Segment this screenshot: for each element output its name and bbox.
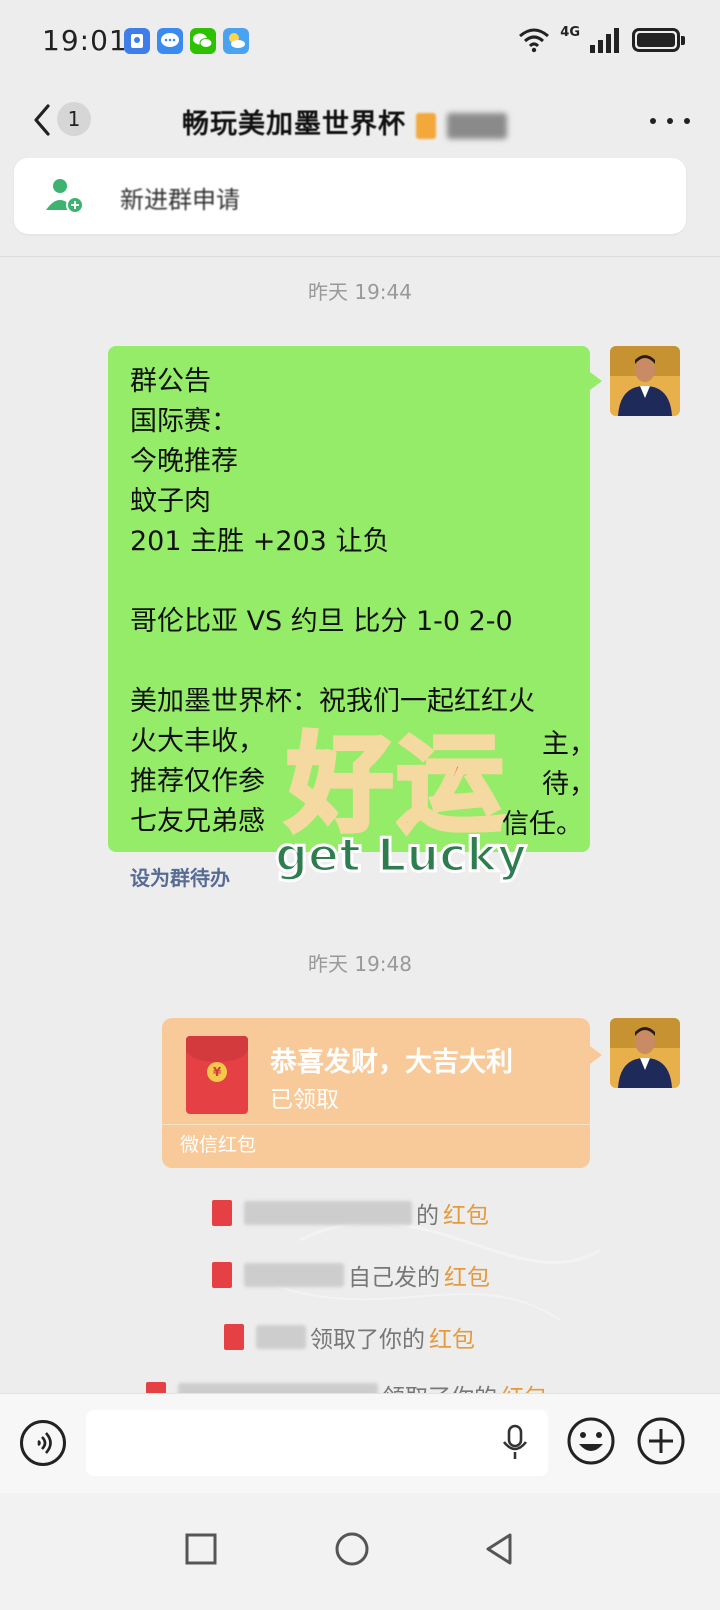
location-app-icon <box>124 28 150 54</box>
red-packet-message[interactable]: ¥ 恭喜发财，大吉大利 已领取 微信红包 <box>162 1018 602 1168</box>
announcement-line: 群公告 <box>130 366 211 397</box>
announcement-line: 国际赛： <box>130 406 238 437</box>
voice-button[interactable] <box>20 1420 66 1466</box>
notice-red-packet-link[interactable]: 红包 <box>444 1258 490 1292</box>
weather-icon <box>223 28 249 54</box>
join-request-text: 新进群申请 <box>120 186 240 214</box>
status-time: 19:01 <box>42 24 128 57</box>
avatar-image <box>610 346 680 416</box>
avatar[interactable] <box>610 1018 680 1088</box>
mic-icon <box>502 1424 528 1459</box>
header-divider <box>0 256 720 257</box>
red-packet-divider <box>162 1124 590 1125</box>
red-packet-notice: 自己发的 红包 <box>212 1258 490 1292</box>
mic-button[interactable] <box>500 1424 530 1462</box>
wechat-icon <box>190 28 216 54</box>
announcement-partial: 主， <box>542 729 596 760</box>
redacted-name <box>244 1201 412 1225</box>
announcement-partial: 待， <box>542 769 596 800</box>
home-button[interactable] <box>332 1529 372 1569</box>
more-dot <box>684 118 690 124</box>
mini-red-packet-icon <box>212 1200 232 1226</box>
mini-red-packet-icon <box>212 1262 232 1288</box>
join-request-banner[interactable]: 新进群申请 <box>14 158 686 234</box>
emoji-button[interactable] <box>566 1416 616 1466</box>
announcement-line <box>130 642 578 682</box>
redacted-name <box>256 1325 306 1349</box>
notice-red-packet-link[interactable]: 红包 <box>429 1320 475 1354</box>
avatar[interactable] <box>610 346 680 416</box>
chat-title-text: 畅玩美加墨世界杯 <box>182 109 406 140</box>
message-input[interactable] <box>86 1410 548 1476</box>
plus-button[interactable] <box>636 1416 686 1466</box>
mini-red-packet-icon <box>224 1324 244 1350</box>
add-user-icon <box>46 179 84 214</box>
unread-count-badge: 1 <box>57 102 91 136</box>
red-packet-notice: 的 红包 <box>212 1196 489 1230</box>
red-packet-icon: ¥ <box>186 1036 248 1114</box>
title-redaction <box>416 112 437 139</box>
battery-icon <box>632 28 685 52</box>
status-bar: 19:01 4G <box>0 0 720 86</box>
red-packet-notice: 领取了你的 红包 <box>224 1320 475 1354</box>
avatar-image <box>610 1018 680 1088</box>
red-packet-footer: 微信红包 <box>180 1134 257 1156</box>
announcement-line: 哥伦比亚 VS 约旦 比分 1-0 2-0 <box>130 606 513 637</box>
nav-back-button[interactable] <box>480 1529 520 1569</box>
chat-title[interactable]: 畅玩美加墨世界杯 <box>182 102 507 141</box>
red-packet-title: 恭喜发财，大吉大利 <box>270 1047 513 1078</box>
timestamp-1: 昨天 19:44 <box>308 280 412 304</box>
chat-header: 1 畅玩美加墨世界杯 <box>0 86 720 158</box>
input-bar <box>0 1393 720 1493</box>
notice-text: 的 <box>416 1203 439 1229</box>
notice-red-packet-link[interactable]: 红包 <box>443 1196 489 1230</box>
status-right: 4G <box>518 24 685 56</box>
signal-icon <box>590 28 619 53</box>
announcement-line: 蚊子肉 <box>130 486 211 517</box>
redacted-name <box>244 1263 344 1287</box>
system-nav-bar <box>0 1493 720 1610</box>
announcement-line: 今晚推荐 <box>130 446 238 477</box>
announcement-line: 201 主胜 +203 让负 <box>130 526 390 557</box>
more-dot <box>650 118 656 124</box>
network-type: 4G <box>560 24 580 40</box>
good-luck-sticker: 好运 get Lucky <box>262 700 532 900</box>
home-icon <box>335 1532 369 1566</box>
notice-text: 自己发的 <box>348 1265 440 1291</box>
wifi-icon <box>519 28 550 53</box>
emoji-icon <box>567 1417 615 1465</box>
back-icon <box>486 1533 512 1565</box>
announcement-line <box>130 562 578 602</box>
red-packet-flap <box>186 1036 248 1062</box>
plus-icon <box>637 1417 685 1465</box>
message-app-icon <box>157 28 183 54</box>
voice-icon <box>37 1432 52 1454</box>
sticker-text-bottom: get Lucky <box>273 827 528 884</box>
more-button[interactable] <box>650 104 690 138</box>
timestamp-2: 昨天 19:48 <box>308 952 412 976</box>
set-group-todo-link[interactable]: 设为群待办 <box>130 862 230 891</box>
red-packet-status: 已领取 <box>270 1087 339 1113</box>
recent-apps-button[interactable] <box>181 1529 221 1569</box>
recent-apps-icon <box>185 1533 217 1565</box>
red-packet-coin: ¥ <box>207 1062 227 1082</box>
title-redaction-2 <box>446 112 507 139</box>
notice-text: 领取了你的 <box>310 1327 425 1353</box>
more-dot <box>667 118 673 124</box>
